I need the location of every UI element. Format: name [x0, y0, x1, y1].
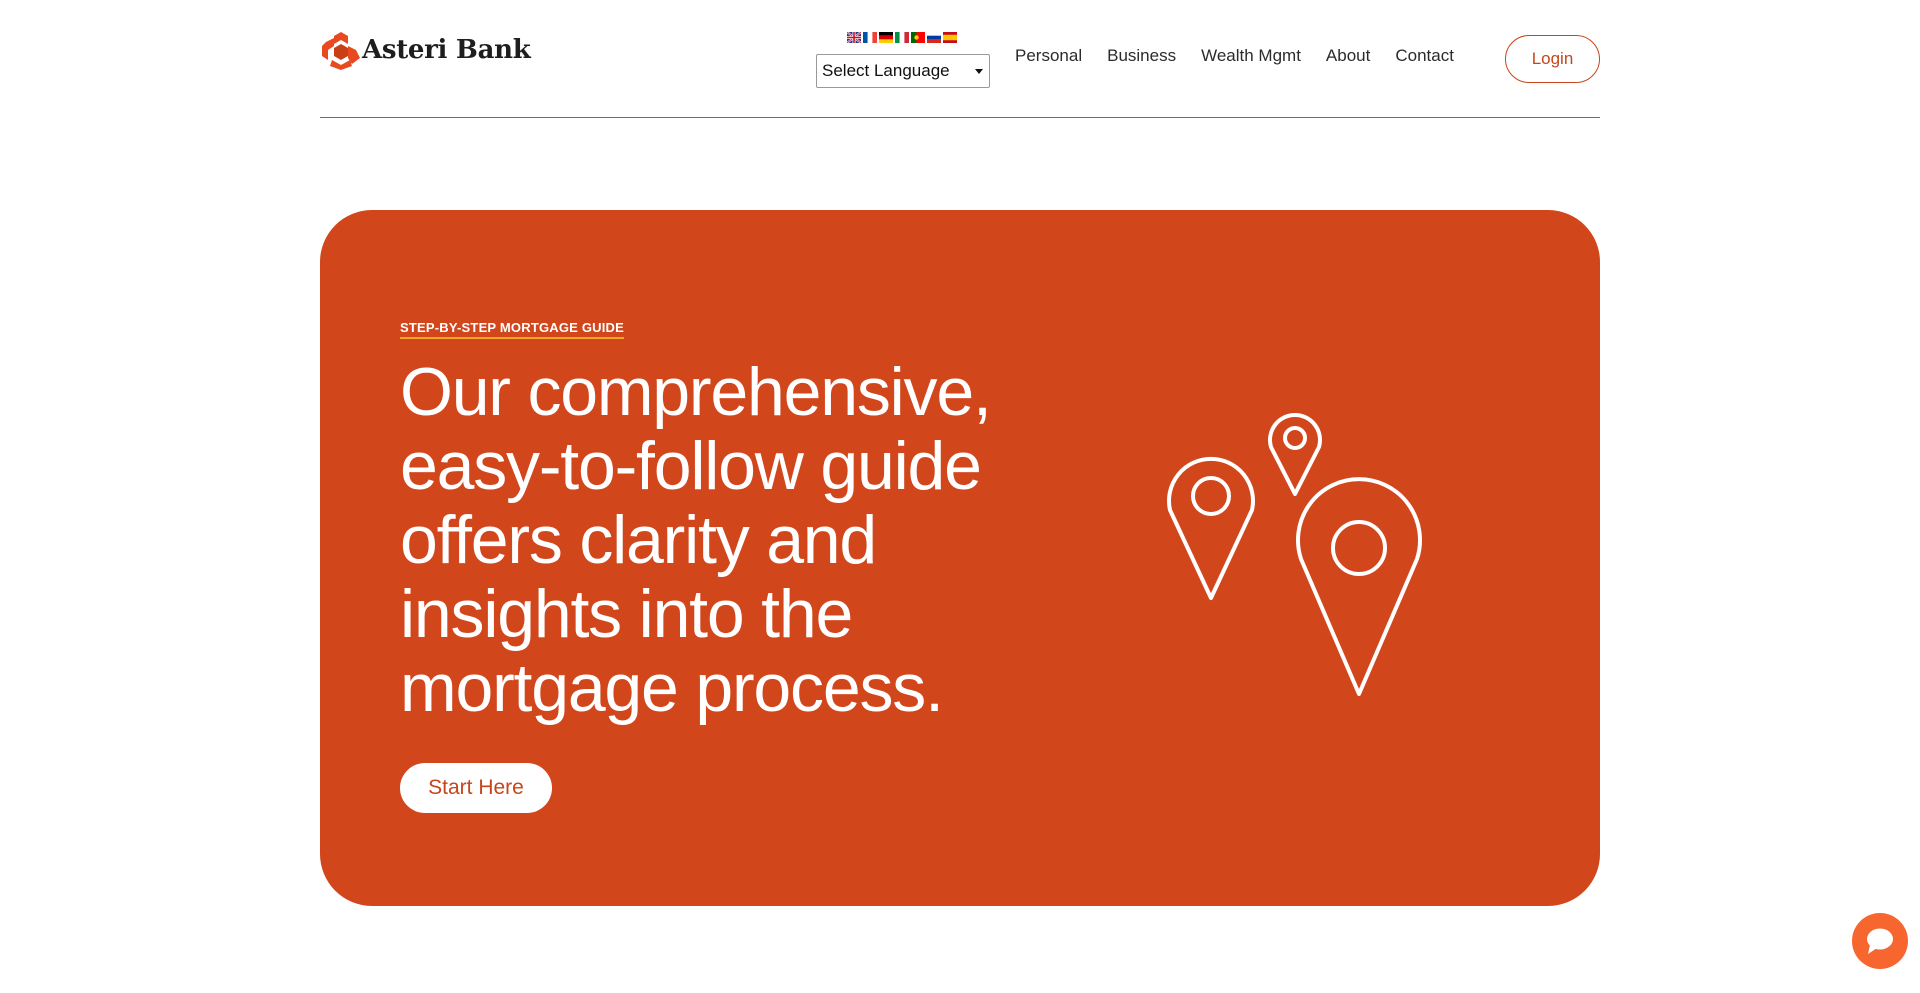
hero-banner: STEP-BY-STEP MORTGAGE GUIDE Our comprehe…	[320, 210, 1600, 906]
fr-flag-icon[interactable]	[863, 32, 877, 43]
es-flag-icon[interactable]	[943, 32, 957, 43]
brand-logo[interactable]: Asteri Bank	[322, 30, 531, 70]
main-nav: Personal Business Wealth Mgmt About Cont…	[1015, 46, 1479, 66]
hero-eyebrow: STEP-BY-STEP MORTGAGE GUIDE	[400, 320, 625, 339]
pt-flag-icon[interactable]	[911, 32, 925, 43]
flag-list	[847, 32, 990, 46]
hero-headline: Our comprehensive, easy-to-follow guide …	[400, 354, 992, 726]
nav-item-about[interactable]: About	[1326, 46, 1370, 66]
chat-bubble-icon	[1867, 928, 1893, 954]
language-select[interactable]: Select Language	[816, 54, 990, 88]
chat-button[interactable]	[1852, 913, 1908, 969]
it-flag-icon[interactable]	[895, 32, 909, 43]
language-select-value: Select Language	[822, 61, 950, 80]
start-here-button[interactable]: Start Here	[400, 763, 552, 813]
asteri-logo-icon	[322, 32, 360, 70]
login-button[interactable]: Login	[1505, 35, 1600, 83]
nav-item-business[interactable]: Business	[1107, 46, 1176, 66]
language-switcher: Select Language	[816, 32, 990, 88]
site-header: Asteri Bank Select Language Personal Bus…	[320, 0, 1600, 118]
uk-flag-icon[interactable]	[847, 32, 861, 43]
de-flag-icon[interactable]	[879, 32, 893, 43]
nav-item-personal[interactable]: Personal	[1015, 46, 1082, 66]
nav-item-wealth-mgmt[interactable]: Wealth Mgmt	[1201, 46, 1301, 66]
map-pins-icon	[1167, 413, 1422, 696]
chevron-down-icon	[975, 69, 983, 74]
brand-name: Asteri Bank	[362, 35, 531, 65]
nav-item-contact[interactable]: Contact	[1395, 46, 1454, 66]
ru-flag-icon[interactable]	[927, 32, 941, 43]
